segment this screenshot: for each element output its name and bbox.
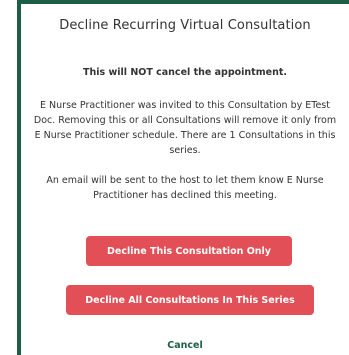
invitation-line: E Nurse Practitioner was invited to this… <box>40 100 330 111</box>
invitation-paragraph: E Nurse Practitioner was invited to this… <box>21 98 349 158</box>
email-notice-line: Practitioner has declined this meeting. <box>93 190 277 201</box>
screen: Decline Recurring Virtual Consultation T… <box>0 0 349 355</box>
decline-dialog: Decline Recurring Virtual Consultation T… <box>21 4 349 355</box>
invitation-line: E Nurse Practitioner schedule. There are… <box>34 130 336 141</box>
email-notice-line: An email will be sent to the host to let… <box>46 175 324 186</box>
decline-this-only-button[interactable]: Decline This Consultation Only <box>86 236 292 266</box>
invitation-line: Doc. Removing this or all Consultations … <box>33 115 337 126</box>
email-notice-paragraph: An email will be sent to the host to let… <box>21 173 349 203</box>
warning-note: This will NOT cancel the appointment. <box>83 67 287 78</box>
decline-all-in-series-button[interactable]: Decline All Consultations In This Series <box>66 285 314 315</box>
decline-all-label: Decline All Consultations In This Series <box>85 294 295 306</box>
invitation-line: series. <box>169 145 201 156</box>
cancel-link[interactable]: Cancel <box>21 340 349 351</box>
decline-this-only-label: Decline This Consultation Only <box>106 245 272 257</box>
dialog-title: Decline Recurring Virtual Consultation <box>59 18 311 33</box>
